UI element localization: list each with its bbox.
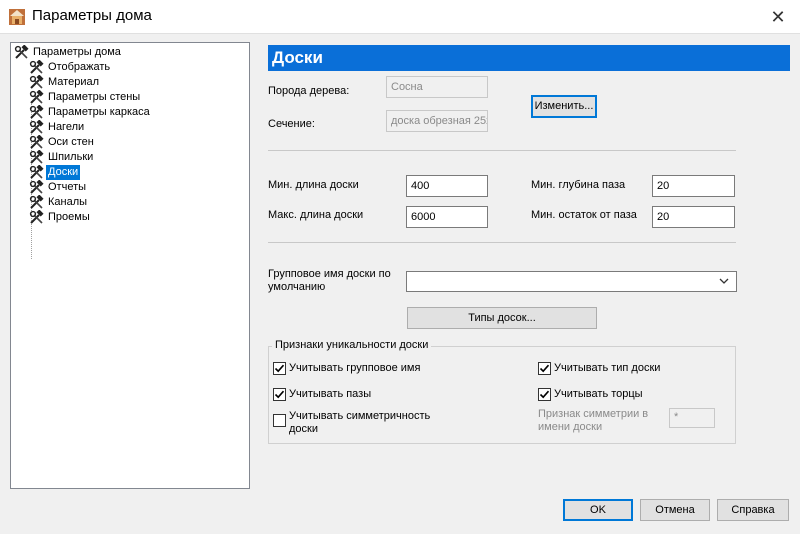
section-label: Сечение:	[268, 118, 315, 130]
tree-item-label: Проемы	[48, 211, 90, 223]
min-length-label: Мин. длина доски	[268, 179, 359, 191]
tools-icon	[29, 120, 44, 134]
tools-icon	[29, 60, 44, 74]
min-length-input[interactable]: 400	[406, 175, 488, 197]
consider-board-type-label[interactable]: Учитывать тип доски	[554, 362, 660, 375]
tree-item-label: Параметры стены	[48, 91, 141, 103]
chevron-down-icon	[719, 278, 729, 284]
consider-ends-checkbox[interactable]	[538, 388, 551, 401]
tree-item-label: Каналы	[48, 196, 88, 208]
min-groove-depth-label: Мин. глубина паза	[531, 179, 626, 191]
min-groove-rest-input[interactable]: 20	[652, 206, 735, 228]
close-button[interactable]: ✕	[762, 4, 794, 30]
tree-item-label: Отображать	[48, 61, 111, 73]
consider-grooves-checkbox[interactable]	[273, 388, 286, 401]
checkmark-icon	[274, 390, 285, 399]
symmetry-sign-field: *	[669, 408, 715, 428]
tools-icon	[29, 105, 44, 119]
consider-board-type-checkbox[interactable]	[538, 362, 551, 375]
uniqueness-group-title: Признаки уникальности доски	[272, 339, 432, 352]
separator	[268, 150, 736, 151]
tree-item-label: Параметры каркаса	[48, 106, 150, 118]
tools-icon	[29, 210, 44, 224]
board-types-button[interactable]: Типы досок...	[407, 307, 597, 329]
house-icon	[9, 9, 25, 25]
consider-ends-label[interactable]: Учитывать торцы	[554, 388, 643, 401]
tree-item-label: Параметры дома	[33, 46, 121, 58]
ok-button[interactable]: OK	[563, 499, 633, 521]
change-button[interactable]: Изменить...	[531, 95, 597, 118]
tools-icon	[29, 135, 44, 149]
tools-icon	[14, 45, 29, 59]
cancel-button[interactable]: Отмена	[640, 499, 710, 521]
symmetry-sign-label: Признак симметрии в	[538, 408, 649, 420]
separator	[268, 242, 736, 243]
tools-icon	[29, 150, 44, 164]
wood-field: Сосна	[386, 76, 488, 98]
tools-icon	[29, 180, 44, 194]
section-field: доска обрезная 25х	[386, 110, 488, 132]
group-name-label: Групповое имя доски по	[268, 268, 391, 280]
tools-icon	[29, 165, 44, 179]
consider-grooves-label[interactable]: Учитывать пазы	[289, 388, 371, 401]
checkmark-icon	[539, 364, 550, 373]
panel-title: Доски	[268, 45, 790, 71]
tools-icon	[29, 195, 44, 209]
group-name-combo[interactable]	[406, 271, 737, 292]
consider-symmetry-label[interactable]: Учитывать симметричность	[289, 410, 430, 423]
tree-item-label: Оси стен	[48, 136, 94, 148]
min-groove-rest-label: Мин. остаток от паза	[531, 209, 637, 221]
min-groove-depth-input[interactable]: 20	[652, 175, 735, 197]
consider-group-name-checkbox[interactable]	[273, 362, 286, 375]
group-name-label-cont: умолчанию	[268, 281, 326, 293]
tools-icon	[29, 75, 44, 89]
tree-item-label: Шпильки	[48, 151, 94, 163]
checkmark-icon	[539, 390, 550, 399]
title-bar: Параметры дома ✕	[0, 0, 800, 34]
consider-symmetry-checkbox[interactable]	[273, 414, 286, 427]
tree-item-label: Нагели	[48, 121, 85, 133]
tree-item-label: Отчеты	[48, 181, 87, 193]
checkmark-icon	[274, 364, 285, 373]
max-length-label: Макс. длина доски	[268, 209, 364, 221]
help-button[interactable]: Справка	[717, 499, 789, 521]
tree-item-label: Доски	[44, 164, 82, 181]
window-title: Параметры дома	[32, 7, 152, 24]
max-length-input[interactable]: 6000	[406, 206, 488, 228]
tree-item-label: Материал	[48, 76, 99, 88]
tools-icon	[29, 90, 44, 104]
wood-label: Порода дерева:	[268, 85, 350, 97]
symmetry-sign-label-cont: имени доски	[538, 421, 603, 433]
consider-symmetry-label-cont[interactable]: доски	[289, 423, 318, 436]
consider-group-name-label[interactable]: Учитывать групповое имя	[289, 362, 420, 375]
